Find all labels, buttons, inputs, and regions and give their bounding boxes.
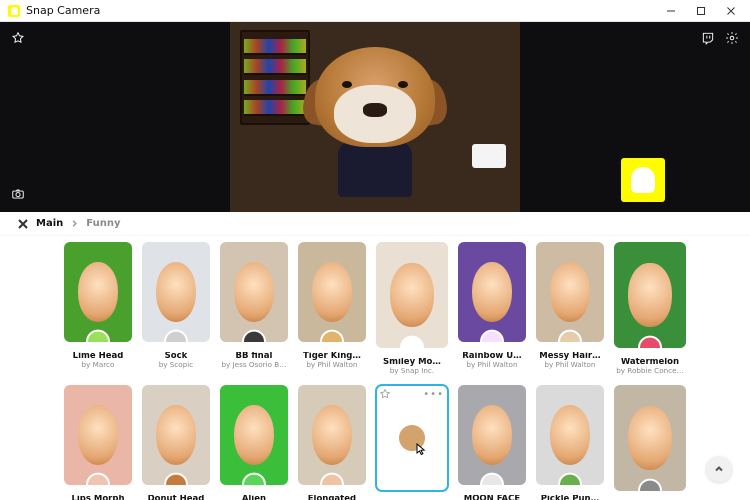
lens-thumbnail [220,385,288,485]
lens-thumbnail [220,242,288,342]
snapcode-badge[interactable] [621,158,665,202]
lens-avatar-icon [558,473,582,485]
lens-thumbnail [536,242,604,342]
lens-card[interactable]: Donut Headby Michael Porter [142,385,210,500]
camera-preview-panel [0,22,750,212]
lens-name: Smiley Mo… [376,358,448,367]
lens-card[interactable]: Rainbow U…by Phil Walton [458,242,526,375]
camera-feed [230,22,520,212]
lens-card[interactable]: Pickle Pun…by Snap Inc. [536,385,604,500]
snap-logo-icon [8,5,20,17]
lens-avatar-icon [558,330,582,342]
back-to-top-button[interactable] [706,456,732,482]
lens-card[interactable]: Lips Morphby Snap Inc. [64,385,132,500]
lens-name: Elongated [298,495,366,500]
lens-author: by Robbie Conce… [614,367,686,375]
lens-avatar-icon [164,473,188,485]
lens-name: Alien [220,495,288,500]
lens-thumbnail [614,242,686,348]
close-category-button[interactable] [18,219,28,229]
star-icon[interactable] [379,388,391,400]
lens-author: by Scopic [142,361,210,369]
mouse-cursor-icon [416,440,428,452]
lens-card[interactable]: Sockby Scopic [142,242,210,375]
snap-camera-window: Snap Camera [0,0,750,500]
lens-name: Pickle Pun… [536,495,604,500]
lens-author: by Phil Walton [458,361,526,369]
lens-thumbnail [298,385,366,485]
lens-author: by Phil Walton [298,361,366,369]
lens-avatar-icon [638,336,662,348]
settings-button[interactable] [722,28,742,48]
minimize-button[interactable] [656,0,686,22]
close-button[interactable] [716,0,746,22]
lens-card[interactable]: Messy Hair…by Phil Walton [536,242,604,375]
lens-name: Rainbow U… [458,352,526,361]
lens-name: Messy Hair… [536,352,604,361]
lens-avatar-icon [480,330,504,342]
lens-name: Sock [142,352,210,361]
lens-thumbnail: ••• [376,385,448,491]
lens-card[interactable]: BB finalby Jess Osorio B… [220,242,288,375]
lens-avatar-icon [480,473,504,485]
lens-name: Lips Morph [64,495,132,500]
ghost-icon [631,167,655,193]
lens-avatar-icon [164,330,188,342]
lens-thumbnail [64,242,132,342]
lens-more-button[interactable]: ••• [423,389,444,400]
lens-name: Donut Head [142,495,210,500]
lens-effect-dog-head [300,45,450,195]
lens-name: Tiger King… [298,352,366,361]
lens-avatar-icon [638,479,662,491]
maximize-button[interactable] [686,0,716,22]
lens-thumbnail [298,242,366,342]
lens-avatar-icon [86,473,110,485]
background-printer [472,144,506,168]
lens-name: MOON FACE [458,495,526,500]
lens-avatar-icon [86,330,110,342]
breadcrumb: Main Funny [0,212,750,236]
lens-card[interactable]: Elongatedby Nicholas Osta… [298,385,366,500]
favorite-lens-button[interactable] [8,28,28,48]
lens-thumbnail [458,242,526,342]
lens-author: by Phil Walton [536,361,604,369]
lens-card[interactable]: MOON FACEby jp pirie [458,385,526,500]
lens-author: by Jess Osorio B… [220,361,288,369]
lens-card[interactable]: Lime Headby Marco [64,242,132,375]
lens-card[interactable]: Tiger King…by Phil Walton [298,242,366,375]
lens-avatar-icon [320,473,344,485]
window-title: Snap Camera [26,4,100,17]
capture-button[interactable] [8,184,28,204]
lens-name: BB final [220,352,288,361]
lens-name: Watermelon [614,358,686,367]
lens-thumbnail [536,385,604,485]
breadcrumb-leaf: Funny [86,218,120,229]
lens-card[interactable]: Smiley Mo…by Snap Inc. [376,242,448,375]
lens-thumbnail [458,385,526,485]
lens-thumbnail [142,385,210,485]
lens-name: Lime Head [64,352,132,361]
breadcrumb-root[interactable]: Main [36,218,63,229]
lens-grid-scroll[interactable]: Lime Headby MarcoSockby ScopicBB finalby… [0,236,750,500]
lens-author: by Marco [64,361,132,369]
titlebar: Snap Camera [0,0,750,22]
chevron-right-icon [71,220,78,227]
lens-thumbnail [64,385,132,485]
twitch-icon[interactable] [698,28,718,48]
lens-avatar-icon [242,330,266,342]
lens-card[interactable]: Alienby Snap Inc. [220,385,288,500]
lens-card[interactable]: Donkey H…by Sergio Rodriguez [614,385,686,500]
lens-card[interactable]: Watermelonby Robbie Conce… [614,242,686,375]
lens-avatar-icon [400,336,424,348]
lens-avatar-icon [320,330,344,342]
lens-thumbnail [614,385,686,491]
lens-avatar-icon [242,473,266,485]
lens-thumbnail [142,242,210,342]
lens-grid: Lime Headby MarcoSockby ScopicBB finalby… [64,242,686,500]
lens-card[interactable]: •••Layla Headby Sergio Rodriguez [376,385,448,500]
lens-thumbnail [376,242,448,348]
lens-author: by Snap Inc. [376,367,448,375]
